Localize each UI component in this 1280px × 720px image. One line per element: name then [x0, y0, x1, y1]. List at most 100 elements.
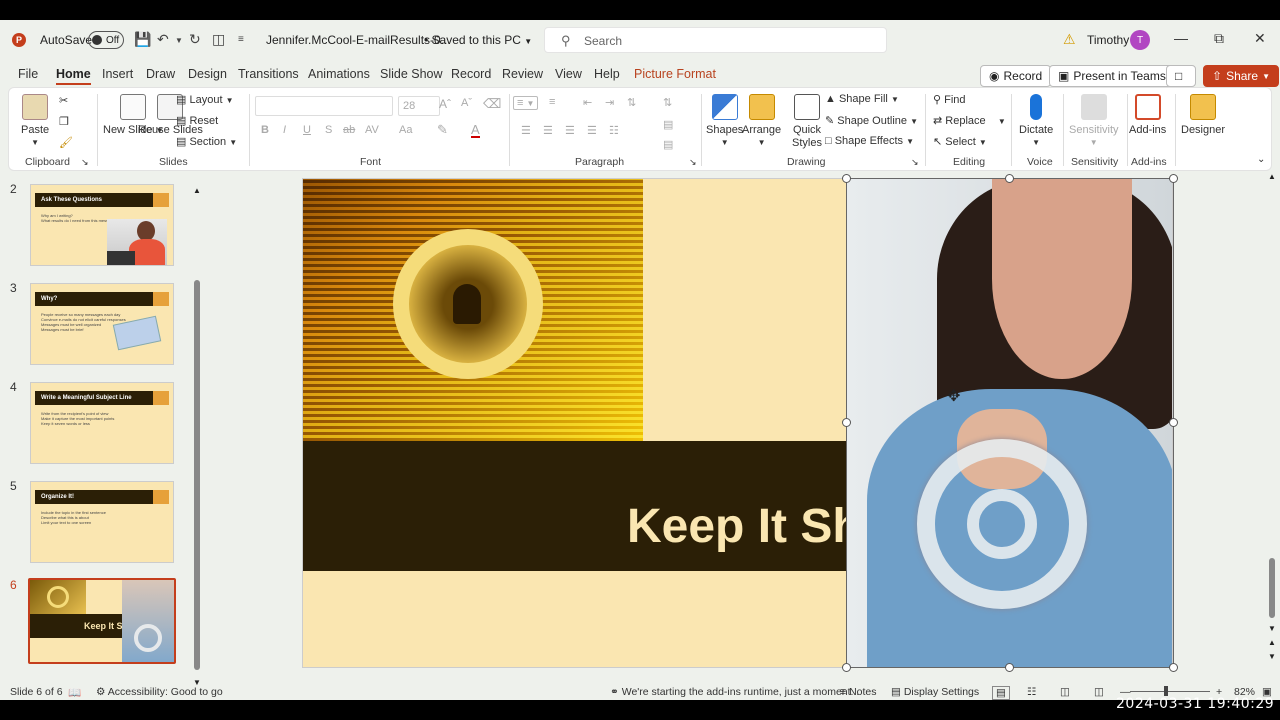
shape-outline-button[interactable]: ✎ Shape Outline ▼ — [825, 114, 918, 127]
copy-icon[interactable]: ❐ — [59, 115, 69, 128]
slide-thumbnail-6[interactable]: Keep It Sh — [28, 578, 176, 664]
align-center-icon[interactable]: ☰ — [543, 124, 553, 137]
dictate-button[interactable]: Dictate ▼ — [1019, 94, 1053, 148]
columns-icon[interactable]: ☷ — [609, 124, 619, 137]
scroll-thumb[interactable] — [1269, 558, 1275, 618]
character-spacing-icon[interactable]: AV — [365, 124, 379, 136]
bold-icon[interactable]: B — [261, 124, 269, 136]
zoom-slider-knob[interactable] — [1164, 686, 1168, 696]
save-status[interactable]: • Saved to this PC ▼ — [424, 33, 532, 47]
replace-button[interactable]: ⇄ Replace ▼ — [933, 114, 1006, 127]
close-icon[interactable]: ✕ — [1254, 30, 1266, 47]
resize-handle[interactable] — [842, 418, 851, 427]
align-right-icon[interactable]: ☰ — [565, 124, 575, 137]
slide-sorter-icon[interactable]: ☷ — [1027, 686, 1036, 698]
justify-icon[interactable]: ☰ — [587, 124, 597, 137]
tab-record[interactable]: Record — [451, 67, 491, 81]
font-size-box[interactable]: 28 — [398, 96, 440, 116]
tab-transitions[interactable]: Transitions — [238, 67, 299, 81]
font-color-icon[interactable]: A — [471, 123, 480, 138]
format-painter-icon[interactable]: 🖌 — [59, 136, 73, 149]
bullets-icon[interactable]: ≡ ▼ — [513, 96, 539, 110]
record-button[interactable]: ◉ Record — [980, 65, 1052, 87]
slide-thumbnail-2[interactable]: Ask These Questions Why am I writing? Wh… — [30, 184, 174, 266]
tab-file[interactable]: File — [18, 67, 38, 81]
dialog-launcher-icon[interactable]: ↘ — [689, 157, 697, 168]
arrange-button[interactable]: Arrange ▼ — [742, 94, 781, 148]
align-left-icon[interactable]: ☰ — [521, 124, 531, 137]
tab-help[interactable]: Help — [594, 67, 620, 81]
numbering-icon[interactable]: ≡ — [549, 96, 555, 108]
redo-icon[interactable]: ↻ — [189, 31, 201, 48]
smartart-icon[interactable]: ▤ — [663, 138, 673, 151]
increase-font-icon[interactable]: Aˆ — [439, 97, 451, 111]
resize-handle[interactable] — [842, 663, 851, 672]
clear-formatting-icon[interactable]: ⌫ — [483, 96, 501, 112]
zoom-slider[interactable] — [1130, 691, 1210, 692]
accessibility-button[interactable]: ⚙ Accessibility: Good to go — [96, 686, 223, 698]
warning-icon[interactable]: ⚠ — [1063, 31, 1076, 48]
underline-icon[interactable]: U — [303, 124, 311, 136]
resize-handle[interactable] — [1169, 663, 1178, 672]
designer-button[interactable]: Designer — [1181, 94, 1225, 136]
display-settings-button[interactable]: ▤ Display Settings — [891, 686, 979, 698]
scroll-up-icon[interactable]: ▲ — [193, 186, 201, 195]
line-spacing-icon[interactable]: ⇅ — [627, 96, 636, 109]
dialog-launcher-icon[interactable]: ↘ — [81, 157, 89, 168]
user-name[interactable]: Timothy — [1087, 33, 1129, 47]
undo-icon[interactable]: ↶ — [157, 31, 169, 48]
restore-icon[interactable]: ⧉ — [1214, 30, 1224, 47]
notes-button[interactable]: ≡ Notes — [840, 686, 877, 698]
shadow-icon[interactable]: S — [325, 124, 332, 136]
strikethrough-icon[interactable]: ab — [343, 124, 355, 136]
change-case-icon[interactable]: Aa — [399, 124, 412, 136]
resize-handle[interactable] — [1169, 418, 1178, 427]
scroll-thumb[interactable] — [194, 280, 200, 670]
cut-icon[interactable]: ✂ — [59, 94, 68, 107]
minimize-icon[interactable]: — — [1174, 30, 1188, 46]
tab-picture-format[interactable]: Picture Format — [634, 67, 716, 81]
decrease-indent-icon[interactable]: ⇤ — [583, 96, 592, 109]
section-button[interactable]: ▤ Section ▼ — [176, 135, 237, 148]
text-direction-icon[interactable]: ⇅ — [663, 96, 672, 109]
spelling-icon[interactable]: 📖 — [68, 686, 81, 699]
shape-fill-button[interactable]: ▲ Shape Fill ▼ — [825, 93, 899, 105]
dialog-launcher-icon[interactable]: ↘ — [911, 157, 919, 168]
align-text-icon[interactable]: ▤ — [663, 118, 673, 131]
search-box[interactable]: ⚲ Search — [544, 27, 887, 53]
slide-scrollbar[interactable]: ▲ ▼ ▲ ▼ — [1266, 172, 1278, 682]
tab-view[interactable]: View — [555, 67, 582, 81]
italic-icon[interactable]: I — [283, 124, 286, 136]
tab-animations[interactable]: Animations — [308, 67, 370, 81]
add-ins-button[interactable]: Add-ins — [1129, 94, 1166, 136]
previous-slide-icon[interactable]: ▲ — [1268, 638, 1276, 647]
slide-title[interactable]: Keep It Sh — [627, 499, 862, 554]
slideshow-view-icon[interactable]: ◫ — [1094, 686, 1104, 698]
sensitivity-button[interactable]: Sensitivity ▼ — [1069, 94, 1119, 148]
thumbnails-scrollbar[interactable]: ▲ ▼ — [193, 186, 201, 690]
slide-thumbnail-4[interactable]: Write a Meaningful Subject Line Write fr… — [30, 382, 174, 464]
share-button[interactable]: ⇧ Share ▼ — [1203, 65, 1280, 87]
shapes-button[interactable]: Shapes ▼ — [706, 94, 743, 148]
present-from-start-icon[interactable]: ◫ — [212, 31, 225, 48]
present-in-teams-button[interactable]: ▣ Present in Teams — [1049, 65, 1175, 87]
quick-styles-button[interactable]: Quick Styles — [787, 94, 827, 150]
highlight-icon[interactable]: ✎ — [437, 122, 448, 138]
scroll-down-icon[interactable]: ▼ — [1268, 624, 1276, 633]
increase-indent-icon[interactable]: ⇥ — [605, 96, 614, 109]
reset-button[interactable]: ▤ Reset — [176, 114, 218, 127]
autosave-toggle[interactable]: Off — [88, 31, 124, 49]
tab-design[interactable]: Design — [188, 67, 227, 81]
slide-thumbnail-5[interactable]: Organize It! Include the topic in the fi… — [30, 481, 174, 563]
resize-handle[interactable] — [1005, 663, 1014, 672]
next-slide-icon[interactable]: ▼ — [1268, 652, 1276, 661]
undo-dropdown-icon[interactable]: ▼ — [175, 36, 183, 45]
resize-handle[interactable] — [1005, 174, 1014, 183]
tab-home[interactable]: Home — [56, 67, 91, 85]
tab-review[interactable]: Review — [502, 67, 543, 81]
tab-draw[interactable]: Draw — [146, 67, 175, 81]
tab-insert[interactable]: Insert — [102, 67, 133, 81]
resize-handle[interactable] — [1169, 174, 1178, 183]
normal-view-icon[interactable]: ▤ — [992, 686, 1010, 700]
avatar[interactable]: T — [1130, 30, 1150, 50]
